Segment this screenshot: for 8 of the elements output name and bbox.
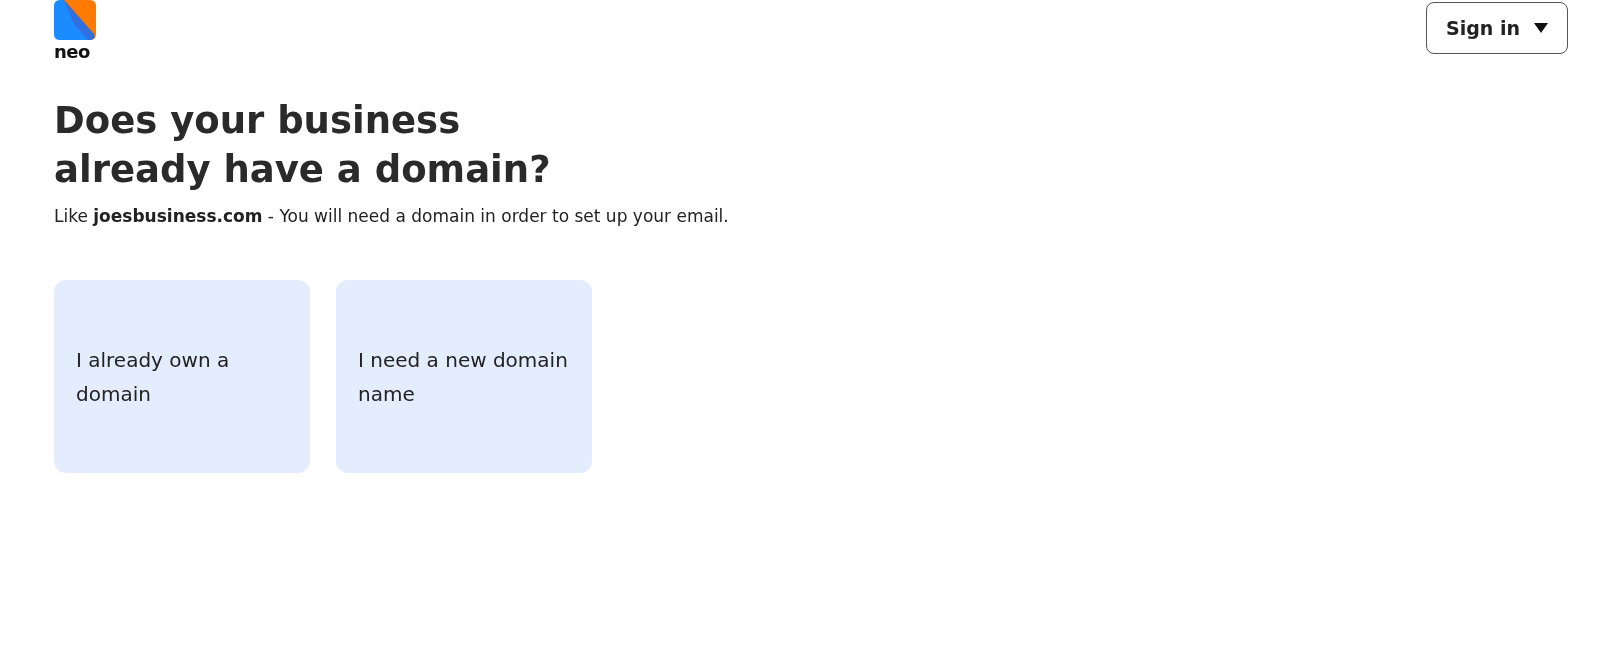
logo-icon — [54, 0, 96, 40]
subtitle: Like joesbusiness.com - You will need a domain in order to set up your email. — [54, 206, 730, 226]
option-card[interactable]: I already own a domain — [54, 280, 310, 473]
sign-in-button[interactable]: Sign in — [1426, 2, 1568, 54]
logo-text: neo — [54, 42, 90, 62]
caret-icon — [1534, 23, 1548, 33]
option-card[interactable]: I need a new domain name — [336, 280, 592, 473]
page-heading: Does your business already have a domain? — [54, 98, 552, 193]
